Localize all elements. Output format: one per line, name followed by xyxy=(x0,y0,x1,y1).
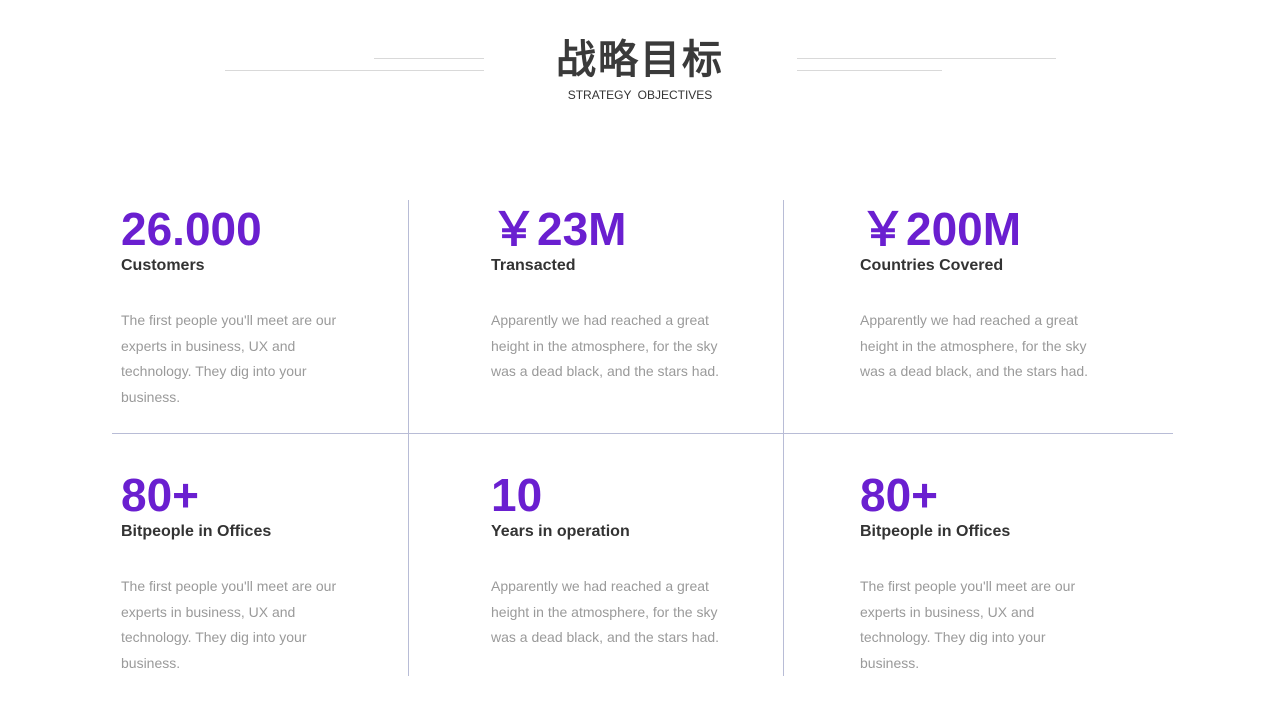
stat-description: Apparently we had reached a great height… xyxy=(491,312,720,379)
stat-value: ￥23M xyxy=(491,203,627,255)
stat-description: Apparently we had reached a great height… xyxy=(860,312,1089,379)
grid-divider-vertical-1 xyxy=(408,200,409,676)
stat-card: 26.000 Customers The first people you'll… xyxy=(121,203,361,410)
grid-divider-horizontal xyxy=(112,433,1173,434)
stat-value: 26.000 xyxy=(121,203,262,255)
page-title: 战略目标 xyxy=(556,37,724,83)
stat-label: Bitpeople in Offices xyxy=(121,523,272,540)
stat-description: The first people you'll meet are our exp… xyxy=(121,578,337,671)
stat-label: Countries Covered xyxy=(860,257,1004,274)
stat-card: 80+ Bitpeople in Offices The first peopl… xyxy=(121,469,361,676)
header: 战略目标 STRATEGY OBJECTIVES xyxy=(0,36,1280,102)
stat-value: 80+ xyxy=(860,469,939,521)
stat-card: 80+ Bitpeople in Offices The first peopl… xyxy=(860,469,1100,676)
stat-value: 80+ xyxy=(121,469,200,521)
stat-label: Years in operation xyxy=(491,523,630,540)
stat-card: ￥23M Transacted Apparently we had reache… xyxy=(491,203,731,385)
stat-card: ￥200M Countries Covered Apparently we ha… xyxy=(860,203,1100,385)
stat-description: Apparently we had reached a great height… xyxy=(491,578,720,645)
stat-description: The first people you'll meet are our exp… xyxy=(860,578,1076,671)
page-subtitle: STRATEGY OBJECTIVES xyxy=(567,88,713,102)
stat-label: Transacted xyxy=(491,257,576,274)
stat-value: ￥200M xyxy=(860,203,1022,255)
stat-description: The first people you'll meet are our exp… xyxy=(121,312,337,405)
slide: 战略目标 STRATEGY OBJECTIVES 26.000 Customer… xyxy=(0,0,1280,720)
stat-label: Bitpeople in Offices xyxy=(860,523,1011,540)
grid-divider-vertical-2 xyxy=(783,200,784,676)
stat-label: Customers xyxy=(121,257,205,274)
stat-value: 10 xyxy=(491,469,543,521)
stat-card: 10 Years in operation Apparently we had … xyxy=(491,469,731,651)
